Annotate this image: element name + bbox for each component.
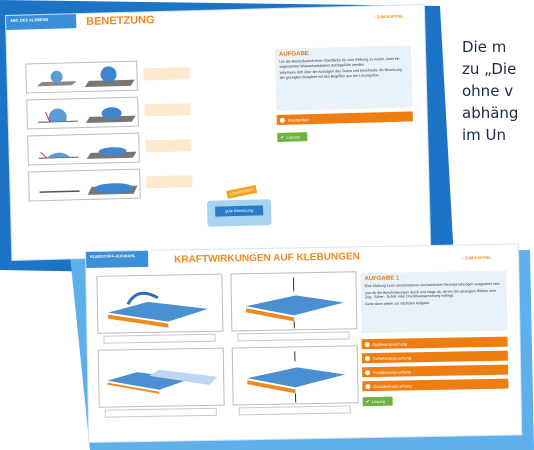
side-line-1: Die m — [462, 38, 507, 56]
slide2-answer-2[interactable] — [237, 331, 350, 342]
side-line-5: im Un — [462, 126, 507, 144]
droplet-flat-illustration — [38, 147, 137, 159]
slide1-chapter-link[interactable]: › ZUM KAPITEL — [374, 14, 403, 20]
bullet-icon — [364, 341, 370, 347]
slide2-task-title: AUFGABE 1 — [364, 275, 400, 283]
bullet-icon — [365, 383, 371, 389]
solution-box-card-label: gute Benetzung — [225, 207, 254, 214]
side-line-4: abhäng — [462, 104, 519, 122]
option-label-shear: Scherbeanspruchung — [372, 354, 411, 361]
slide1-option-label: Randwinkel — [287, 116, 309, 123]
answer-field-1[interactable] — [143, 67, 190, 81]
slide2-image-4 — [231, 345, 359, 406]
slide2-answer-4[interactable] — [238, 405, 351, 416]
answer-field-3[interactable] — [145, 139, 192, 153]
slide1-image-2 — [26, 96, 139, 130]
bullet-icon — [279, 117, 285, 123]
droplet-spread-illustration — [39, 183, 138, 195]
answer-field-2[interactable] — [144, 103, 191, 117]
peel-illustration — [247, 351, 346, 403]
slide1-title: BENETZUNG — [86, 14, 155, 28]
slide2-screen: KLEBSTOFF-AUSWAHL KRAFTWIRKUNGEN AUF KLE… — [86, 244, 522, 442]
side-line-3: ohne v — [462, 82, 514, 100]
slide2-chapter-link[interactable]: › ZUM KAPITEL — [462, 255, 491, 261]
slide2-tab[interactable]: KLEBSTOFF-AUSWAHL — [86, 250, 149, 268]
slide1-task-text-1: Um die Benetzbarkeit einer Oberfläche fü… — [279, 56, 400, 69]
solution-box-sticker-label: LÖSUNGSBOX — [229, 187, 255, 197]
slide1-image-1 — [25, 60, 138, 94]
slide1-task-text-2: Informiere dich über die Aussagen des Te… — [279, 67, 402, 80]
slide1-solution-button[interactable]: ✔ Lösung — [277, 132, 308, 142]
check-icon: ✔ — [280, 134, 285, 141]
solution-box-card[interactable]: gute Benetzung — [215, 205, 264, 217]
slide2-answer-3[interactable] — [104, 407, 217, 418]
option-button-tension[interactable]: Zugbeanspruchung — [361, 336, 508, 350]
slide2-answer-1[interactable] — [103, 333, 216, 344]
droplet-angle-illustration — [37, 107, 136, 123]
bullet-icon — [365, 369, 371, 375]
droplet-illustration — [36, 66, 135, 87]
slide2-task-text-3: Gehe dann weiter zur nächsten Aufgabe. — [364, 300, 431, 306]
option-button-peel[interactable]: Schälbeanspruchung — [362, 364, 509, 378]
slide1-image-3 — [27, 132, 140, 166]
slide1-tab[interactable]: ABC DES KLEBENS — [6, 14, 77, 30]
solution-box-sticker: LÖSUNGSBOX — [226, 184, 258, 199]
answer-field-4[interactable] — [146, 175, 193, 189]
side-line-2: zu „Die — [462, 60, 517, 78]
slide1-image-4 — [28, 168, 141, 202]
option-button-compression[interactable]: Druckbeanspruchung — [362, 378, 509, 392]
shear-illustration — [107, 369, 218, 394]
slide2-image-2 — [230, 271, 358, 332]
slide2-tab-label: KLEBSTOFF-AUSWAHL — [90, 253, 136, 259]
slide2-title: KRAFTWIRKUNGEN AUF KLEBUNGEN — [174, 251, 360, 266]
slide2-task-box: AUFGABE 1 Eine Klebung kann verschiedene… — [360, 270, 508, 334]
side-paragraph: Die m zu „Die ohne v abhäng im Un — [462, 36, 518, 146]
tensile-illustration — [108, 291, 209, 328]
slide1-task-box: AUFGABE Um die Benetzbarkeit einer Oberf… — [274, 45, 413, 111]
slide1-tab-label: ABC DES KLEBENS — [10, 16, 49, 23]
slide1-option-button[interactable]: Randwinkel — [276, 111, 413, 125]
slide2-solution-button[interactable]: ✔ Lösung — [362, 396, 393, 407]
option-label-compression: Druckbeanspruchung — [373, 382, 412, 389]
option-button-shear[interactable]: Scherbeanspruchung — [361, 350, 508, 364]
option-label-peel: Schälbeanspruchung — [373, 368, 411, 375]
slide1-solution-label: Lösung — [286, 134, 300, 140]
option-label-tension: Zugbeanspruchung — [372, 340, 408, 347]
solution-box[interactable]: gute Benetzung — [206, 199, 272, 227]
slide2-task-text-2: Lies dir die Beschreibungen durch und kl… — [364, 288, 497, 300]
compression-illustration — [245, 277, 344, 329]
check-icon: ✔ — [365, 398, 370, 405]
slide2-image-1 — [96, 273, 224, 334]
bullet-icon — [364, 355, 370, 361]
slide1-screen: ABC DES KLEBENS BENETZUNG › ZUM KAPITEL — [6, 5, 431, 260]
slide2-image-3 — [97, 347, 225, 408]
slide2-solution-label: Lösung — [371, 398, 386, 405]
